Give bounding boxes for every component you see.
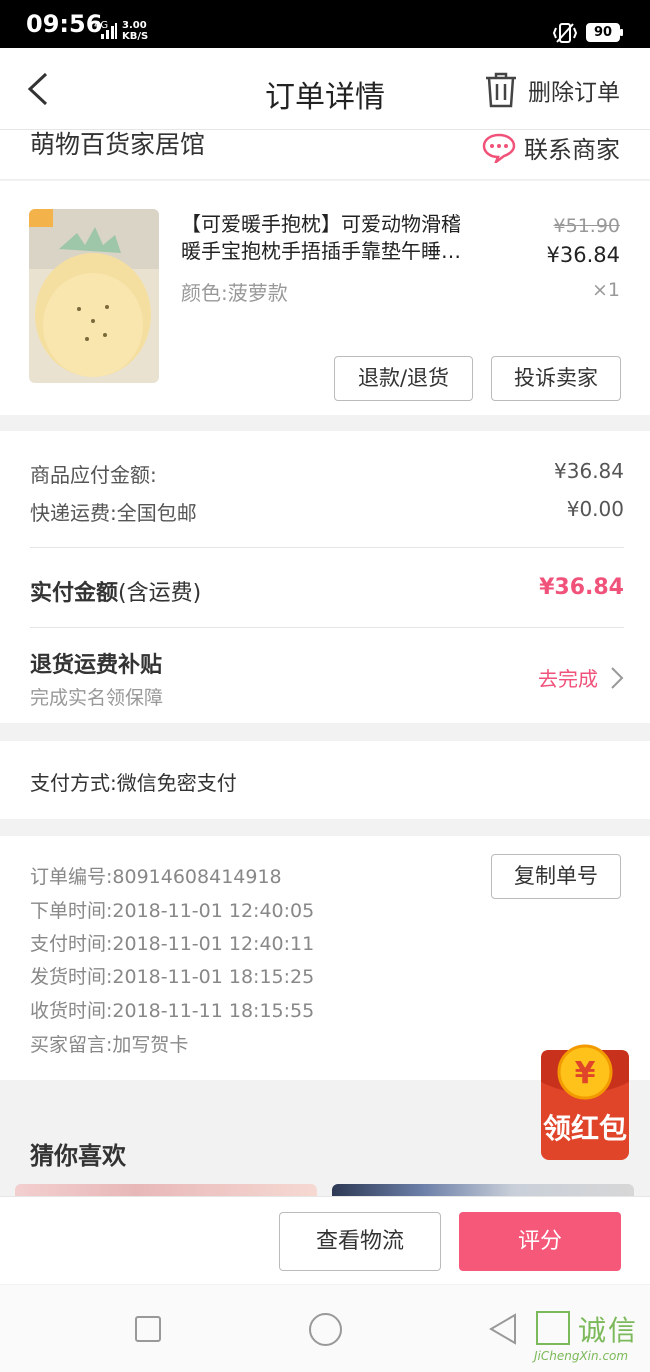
return-subsidy-title: 退货运费补贴: [30, 653, 163, 678]
product-variant: 颜色:菠萝款: [181, 281, 288, 305]
system-back-icon[interactable]: [487, 1312, 519, 1346]
red-packet-button[interactable]: ¥ 领红包: [541, 1042, 629, 1160]
trash-icon: [486, 72, 516, 108]
product-image[interactable]: [29, 209, 159, 383]
status-time: 09:56: [26, 10, 103, 38]
chevron-right-icon: [611, 666, 624, 689]
recent-apps-icon[interactable]: [135, 1316, 161, 1342]
chat-bubble-icon: [482, 133, 516, 163]
system-nav-bar: 诚信 JiChengXin.com: [0, 1285, 650, 1372]
original-price: ¥51.90: [553, 215, 620, 237]
yuan-coin-icon: ¥: [575, 1056, 596, 1091]
complain-seller-button[interactable]: 投诉卖家: [491, 356, 621, 401]
vibrate-icon: [552, 23, 578, 43]
status-bar: 09:56 4G 3.00 KB/S 90: [0, 0, 650, 48]
complete-subsidy-label: 去完成: [538, 667, 598, 691]
complete-subsidy-link[interactable]: 去完成: [538, 663, 624, 692]
contact-seller-label: 联系商家: [524, 136, 620, 164]
shipping-value: ¥0.00: [566, 497, 624, 521]
delete-order-label: 删除订单: [528, 80, 620, 106]
watermark-logo: 诚信 JiChengXin.com: [534, 1309, 650, 1369]
order-number: 订单编号:80914608414918: [30, 866, 282, 888]
refund-return-button[interactable]: 退款/退货: [334, 356, 473, 401]
battery-icon: 90: [586, 23, 623, 42]
payment-method-section: 支付方式:微信免密支付: [0, 741, 650, 819]
product-name-line2: 暖手宝抱枕手捂插手靠垫午睡…: [181, 239, 461, 263]
product-name[interactable]: 【可爱暖手抱枕】可爱动物滑稽 暖手宝抱枕手捂插手靠垫午睡…: [181, 211, 511, 265]
amount-section: 商品应付金额: ¥36.84 快递运费:全国包邮 ¥0.00 实付金额(含运费)…: [0, 431, 650, 723]
product-price: ¥36.84: [546, 243, 620, 267]
copy-order-number-button[interactable]: 复制单号: [491, 854, 621, 899]
ship-time: 发货时间:2018-11-01 18:15:25: [30, 966, 315, 988]
goods-amount-value: ¥36.84: [554, 459, 624, 483]
watermark-text: 诚信: [578, 1314, 639, 1347]
speed-value: 3.00: [122, 20, 147, 31]
contact-seller-button[interactable]: 联系商家: [482, 130, 620, 165]
bottom-action-bar: 查看物流 评分: [0, 1196, 650, 1284]
shipping-label: 快递运费:全国包邮: [30, 501, 197, 525]
order-time: 下单时间:2018-11-01 12:40:05: [30, 900, 315, 922]
paid-amount-label: 实付金额: [30, 581, 119, 606]
goods-amount-row: 商品应付金额: ¥36.84: [30, 459, 624, 488]
paid-amount-value: ¥36.84: [539, 575, 624, 600]
shipping-row: 快递运费:全国包邮 ¥0.00: [30, 497, 624, 526]
buyer-note: 买家留言:加写贺卡: [30, 1034, 189, 1056]
watermark-sub: JiChengXin.com: [534, 1349, 629, 1363]
return-subsidy-desc: 完成实名领保障: [30, 687, 164, 709]
product-item[interactable]: 【可爱暖手抱枕】可爱动物滑稽 暖手宝抱枕手捂插手靠垫午睡… 颜色:菠萝款 ¥51…: [0, 181, 650, 415]
pay-time: 支付时间:2018-11-01 12:40:11: [30, 933, 315, 955]
view-logistics-button[interactable]: 查看物流: [279, 1212, 441, 1271]
shop-row: 萌物百货家居馆 联系商家: [0, 130, 650, 180]
paid-amount-row: 实付金额(含运费) ¥36.84: [30, 575, 624, 607]
goods-amount-label: 商品应付金额:: [30, 463, 157, 487]
red-packet-label: 领红包: [543, 1112, 627, 1145]
divider: [30, 547, 624, 548]
paid-amount-note: (含运费): [118, 581, 202, 606]
recommend-title: 猜你喜欢: [30, 1142, 126, 1170]
payment-method: 支付方式:微信免密支付: [30, 771, 237, 795]
shop-name[interactable]: 萌物百货家居馆: [30, 130, 205, 160]
delete-order-button[interactable]: 删除订单: [484, 72, 620, 108]
nav-bar: 订单详情 删除订单: [0, 48, 650, 130]
receive-time: 收货时间:2018-11-11 18:15:55: [30, 1000, 315, 1022]
home-icon[interactable]: [309, 1313, 342, 1346]
product-name-line1: 【可爱暖手抱枕】可爱动物滑稽: [181, 212, 461, 236]
rate-button[interactable]: 评分: [459, 1212, 621, 1271]
paid-amount-label-group: 实付金额(含运费): [30, 575, 201, 607]
signal-icon: [101, 23, 117, 39]
divider: [30, 627, 624, 628]
speed-unit: KB/S: [122, 31, 149, 42]
watermark-box-icon: [536, 1311, 570, 1345]
network-speed: 3.00 KB/S: [122, 20, 148, 42]
product-quantity: ×1: [591, 279, 620, 301]
